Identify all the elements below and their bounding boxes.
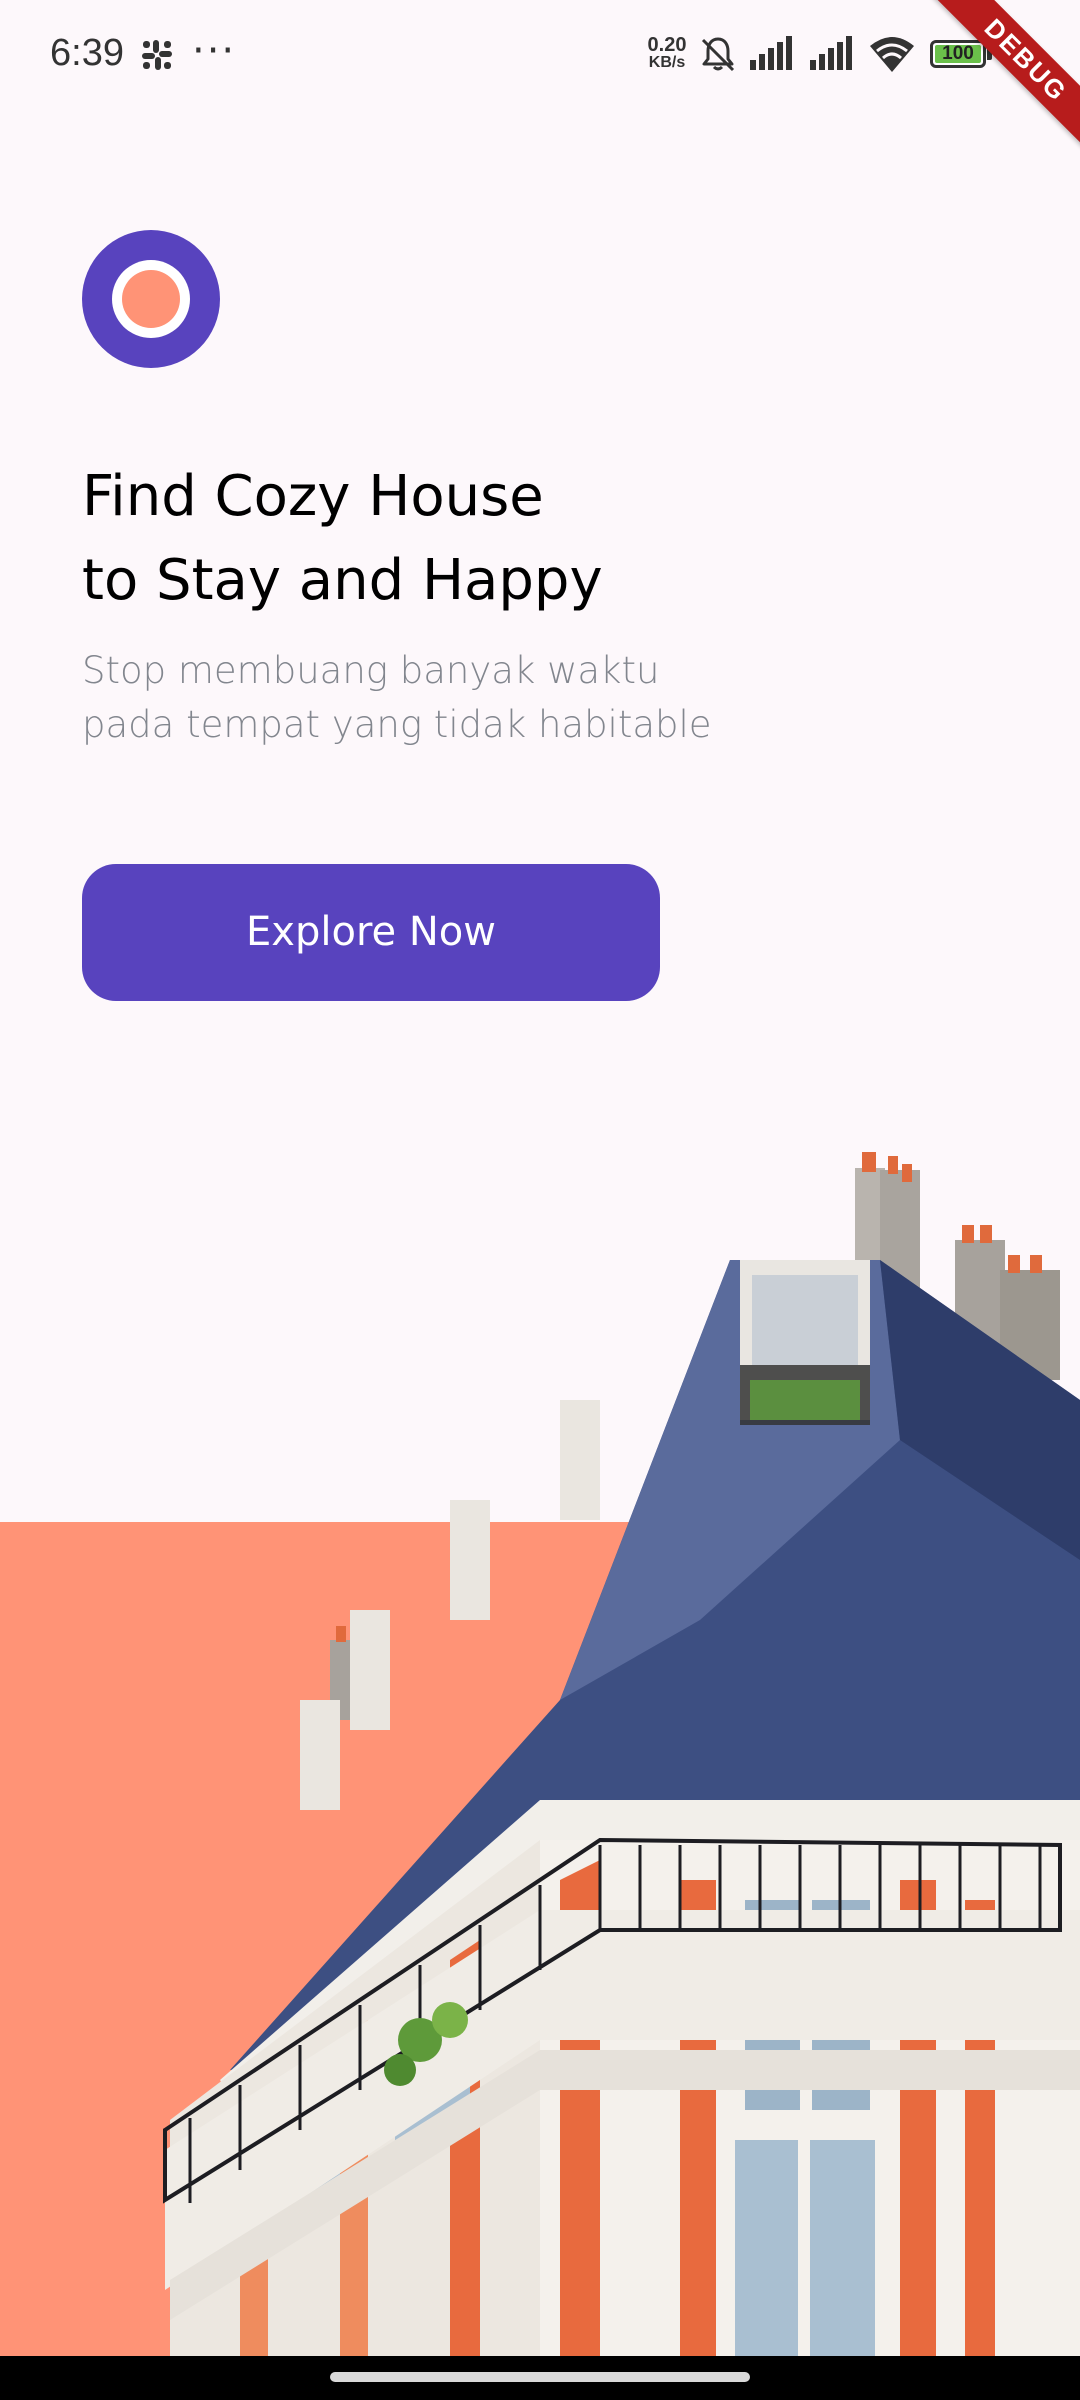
logo-ring [112, 260, 190, 338]
hero-title-line-2: to Stay and Happy [82, 548, 603, 613]
explore-now-button[interactable]: Explore Now [82, 864, 660, 1001]
status-time: 6:39 [50, 32, 124, 74]
splash-screen: 6:39 ··· 0.20 KB/s 100 DEBUG Find Cozy H… [0, 0, 1080, 2400]
hero-subtitle-line-2: pada tempat yang tidak habitable [82, 703, 712, 746]
bell-off-icon [701, 37, 735, 72]
system-nav-bar [0, 2356, 1080, 2400]
signal-icon [810, 36, 852, 70]
battery-level: 100 [942, 43, 974, 64]
logo-core [122, 270, 180, 328]
status-bar: 6:39 ··· 0.20 KB/s 100 [0, 0, 1080, 110]
battery-icon: 100 [930, 40, 986, 68]
network-speed-unit: KB/s [648, 54, 686, 71]
hero-subtitle-line-1: Stop membuang banyak waktu [82, 649, 660, 692]
app-logo [82, 230, 220, 368]
signal-icon [750, 36, 792, 70]
building-illustration [163, 1152, 1080, 2362]
network-speed-value: 0.20 [647, 34, 687, 56]
network-speed: 0.20 KB/s [644, 34, 690, 72]
home-gesture-handle[interactable] [330, 2372, 750, 2382]
wifi-icon [870, 37, 914, 72]
hero-title-line-1: Find Cozy House [82, 464, 544, 529]
slack-icon [142, 40, 172, 70]
hero-title: Find Cozy House to Stay and Happy [82, 455, 982, 623]
hero-subtitle: Stop membuang banyak waktu pada tempat y… [82, 644, 982, 752]
more-notifications-icon: ··· [192, 28, 237, 74]
